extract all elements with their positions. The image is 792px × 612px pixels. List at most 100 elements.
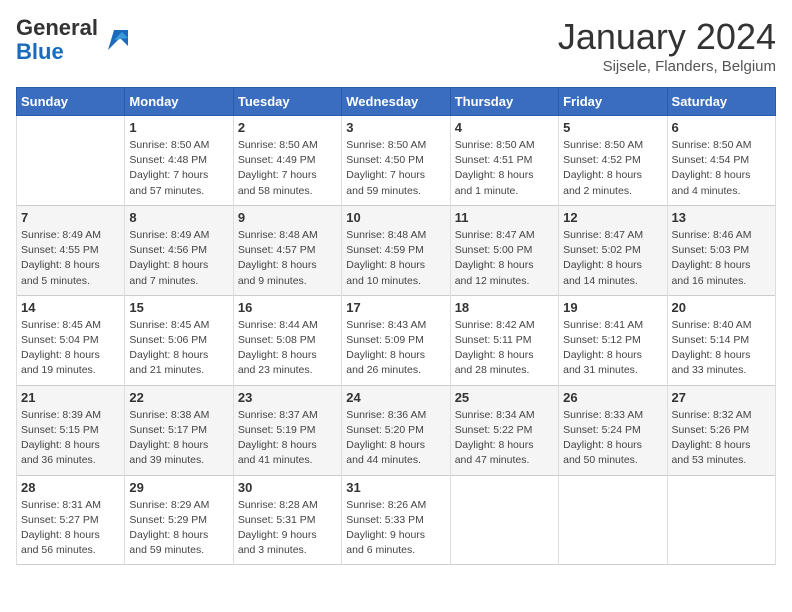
logo-general-text: General: [16, 15, 98, 40]
day-header-thursday: Thursday: [450, 88, 558, 116]
day-number: 26: [563, 390, 662, 405]
calendar-cell: 28 Sunrise: 8:31 AMSunset: 5:27 PMDayligh…: [17, 475, 125, 565]
day-header-saturday: Saturday: [667, 88, 775, 116]
calendar-cell: 11Sunrise: 8:47 AMSunset: 5:00 PMDayligh…: [450, 205, 558, 295]
cell-sun-info: Sunrise: 8:29 AMSunset: 5:29 PMDaylight:…: [129, 498, 228, 559]
day-number: 15: [129, 300, 228, 315]
cell-sun-info: Sunrise: 8:33 AMSunset: 5:24 PMDaylight:…: [563, 408, 662, 469]
cell-sun-info: Sunrise: 8:47 AMSunset: 5:02 PMDaylight:…: [563, 228, 662, 289]
calendar-table: SundayMondayTuesdayWednesdayThursdayFrid…: [16, 87, 776, 565]
day-header-wednesday: Wednesday: [342, 88, 450, 116]
calendar-cell: 3Sunrise: 8:50 AMSunset: 4:50 PMDaylight…: [342, 116, 450, 206]
day-number: 16: [238, 300, 337, 315]
location-subtitle: Sijsele, Flanders, Belgium: [558, 58, 776, 75]
day-number: 24: [346, 390, 445, 405]
cell-sun-info: Sunrise: 8:39 AMSunset: 5:15 PMDaylight:…: [21, 408, 120, 469]
day-number: 10: [346, 210, 445, 225]
logo-icon: [100, 26, 128, 54]
cell-sun-info: Sunrise: 8:43 AMSunset: 5:09 PMDaylight:…: [346, 318, 445, 379]
cell-sun-info: Sunrise: 8:48 AMSunset: 4:59 PMDaylight:…: [346, 228, 445, 289]
day-number: 1: [129, 120, 228, 135]
day-number: 23: [238, 390, 337, 405]
calendar-cell: 4 Sunrise: 8:50 AMSunset: 4:51 PMDaylight…: [450, 116, 558, 206]
calendar-cell: 10 Sunrise: 8:48 AMSunset: 4:59 PMDayligh…: [342, 205, 450, 295]
day-number: 4: [455, 120, 554, 135]
day-number: 7: [21, 210, 120, 225]
days-header-row: SundayMondayTuesdayWednesdayThursdayFrid…: [17, 88, 776, 116]
calendar-cell: 16 Sunrise: 8:44 AMSunset: 5:08 PMDayligh…: [233, 295, 341, 385]
calendar-cell: 19 Sunrise: 8:41 AMSunset: 5:12 PMDayligh…: [559, 295, 667, 385]
day-number: 14: [21, 300, 120, 315]
day-header-monday: Monday: [125, 88, 233, 116]
calendar-week-row: 21Sunrise: 8:39 AMSunset: 5:15 PMDayligh…: [17, 385, 776, 475]
calendar-cell: 22 Sunrise: 8:38 AMSunset: 5:17 PMDayligh…: [125, 385, 233, 475]
day-number: 17: [346, 300, 445, 315]
cell-sun-info: Sunrise: 8:44 AMSunset: 5:08 PMDaylight:…: [238, 318, 337, 379]
day-number: 29: [129, 480, 228, 495]
calendar-week-row: 14Sunrise: 8:45 AMSunset: 5:04 PMDayligh…: [17, 295, 776, 385]
cell-sun-info: Sunrise: 8:41 AMSunset: 5:12 PMDaylight:…: [563, 318, 662, 379]
day-number: 28: [21, 480, 120, 495]
day-number: 19: [563, 300, 662, 315]
calendar-cell: [667, 475, 775, 565]
cell-sun-info: Sunrise: 8:34 AMSunset: 5:22 PMDaylight:…: [455, 408, 554, 469]
calendar-cell: 24 Sunrise: 8:36 AMSunset: 5:20 PMDayligh…: [342, 385, 450, 475]
calendar-cell: 26 Sunrise: 8:33 AMSunset: 5:24 PMDayligh…: [559, 385, 667, 475]
day-number: 5: [563, 120, 662, 135]
cell-sun-info: Sunrise: 8:50 AMSunset: 4:51 PMDaylight:…: [455, 138, 554, 199]
day-number: 2: [238, 120, 337, 135]
calendar-cell: 9Sunrise: 8:48 AMSunset: 4:57 PMDaylight…: [233, 205, 341, 295]
calendar-cell: 17 Sunrise: 8:43 AMSunset: 5:09 PMDayligh…: [342, 295, 450, 385]
cell-sun-info: Sunrise: 8:50 AMSunset: 4:49 PMDaylight:…: [238, 138, 337, 199]
cell-sun-info: Sunrise: 8:50 AMSunset: 4:52 PMDaylight:…: [563, 138, 662, 199]
cell-sun-info: Sunrise: 8:50 AMSunset: 4:54 PMDaylight:…: [672, 138, 771, 199]
cell-sun-info: Sunrise: 8:28 AMSunset: 5:31 PMDaylight:…: [238, 498, 337, 559]
day-number: 25: [455, 390, 554, 405]
calendar-cell: 12 Sunrise: 8:47 AMSunset: 5:02 PMDayligh…: [559, 205, 667, 295]
day-number: 27: [672, 390, 771, 405]
cell-sun-info: Sunrise: 8:38 AMSunset: 5:17 PMDaylight:…: [129, 408, 228, 469]
day-number: 11: [455, 210, 554, 225]
cell-sun-info: Sunrise: 8:50 AMSunset: 4:48 PMDaylight:…: [129, 138, 228, 199]
calendar-cell: 15Sunrise: 8:45 AMSunset: 5:06 PMDayligh…: [125, 295, 233, 385]
day-number: 22: [129, 390, 228, 405]
cell-sun-info: Sunrise: 8:49 AMSunset: 4:56 PMDaylight:…: [129, 228, 228, 289]
day-header-sunday: Sunday: [17, 88, 125, 116]
calendar-week-row: 28 Sunrise: 8:31 AMSunset: 5:27 PMDayligh…: [17, 475, 776, 565]
calendar-cell: [17, 116, 125, 206]
day-number: 31: [346, 480, 445, 495]
day-header-tuesday: Tuesday: [233, 88, 341, 116]
calendar-cell: 25 Sunrise: 8:34 AMSunset: 5:22 PMDayligh…: [450, 385, 558, 475]
day-number: 18: [455, 300, 554, 315]
day-number: 20: [672, 300, 771, 315]
cell-sun-info: Sunrise: 8:36 AMSunset: 5:20 PMDaylight:…: [346, 408, 445, 469]
calendar-cell: 1 Sunrise: 8:50 AMSunset: 4:48 PMDaylight…: [125, 116, 233, 206]
day-header-friday: Friday: [559, 88, 667, 116]
calendar-cell: 29 Sunrise: 8:29 AMSunset: 5:29 PMDayligh…: [125, 475, 233, 565]
calendar-cell: 21Sunrise: 8:39 AMSunset: 5:15 PMDayligh…: [17, 385, 125, 475]
cell-sun-info: Sunrise: 8:31 AMSunset: 5:27 PMDaylight:…: [21, 498, 120, 559]
cell-sun-info: Sunrise: 8:37 AMSunset: 5:19 PMDaylight:…: [238, 408, 337, 469]
calendar-cell: 2 Sunrise: 8:50 AMSunset: 4:49 PMDaylight…: [233, 116, 341, 206]
logo: General Blue: [16, 16, 128, 64]
logo-blue-text: Blue: [16, 39, 64, 64]
calendar-cell: 30 Sunrise: 8:28 AMSunset: 5:31 PMDayligh…: [233, 475, 341, 565]
cell-sun-info: Sunrise: 8:26 AMSunset: 5:33 PMDaylight:…: [346, 498, 445, 559]
month-title: January 2024: [558, 16, 776, 58]
day-number: 12: [563, 210, 662, 225]
cell-sun-info: Sunrise: 8:46 AMSunset: 5:03 PMDaylight:…: [672, 228, 771, 289]
day-number: 8: [129, 210, 228, 225]
day-number: 30: [238, 480, 337, 495]
cell-sun-info: Sunrise: 8:48 AMSunset: 4:57 PMDaylight:…: [238, 228, 337, 289]
day-number: 6: [672, 120, 771, 135]
calendar-cell: 7Sunrise: 8:49 AMSunset: 4:55 PMDaylight…: [17, 205, 125, 295]
calendar-cell: 8 Sunrise: 8:49 AMSunset: 4:56 PMDaylight…: [125, 205, 233, 295]
day-number: 3: [346, 120, 445, 135]
calendar-cell: 20Sunrise: 8:40 AMSunset: 5:14 PMDayligh…: [667, 295, 775, 385]
cell-sun-info: Sunrise: 8:42 AMSunset: 5:11 PMDaylight:…: [455, 318, 554, 379]
calendar-cell: 5 Sunrise: 8:50 AMSunset: 4:52 PMDaylight…: [559, 116, 667, 206]
day-number: 13: [672, 210, 771, 225]
cell-sun-info: Sunrise: 8:32 AMSunset: 5:26 PMDaylight:…: [672, 408, 771, 469]
calendar-cell: 6 Sunrise: 8:50 AMSunset: 4:54 PMDaylight…: [667, 116, 775, 206]
calendar-cell: 31 Sunrise: 8:26 AMSunset: 5:33 PMDayligh…: [342, 475, 450, 565]
